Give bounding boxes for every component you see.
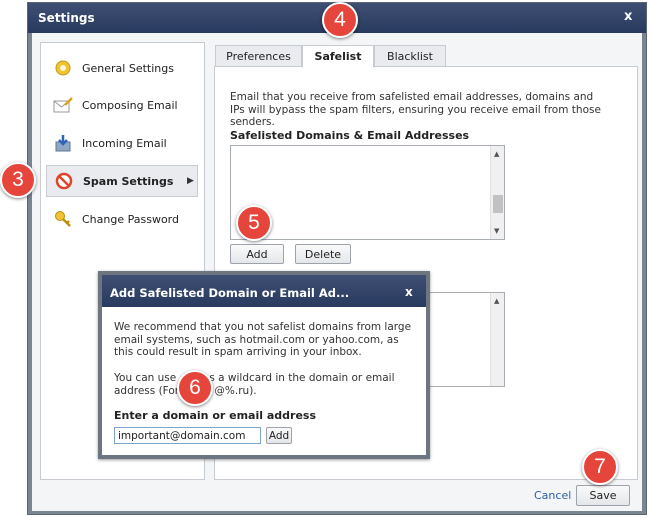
sidebar-item-incoming-email[interactable]: Incoming Email — [46, 127, 198, 159]
scroll-up-icon[interactable]: ▲ — [494, 150, 499, 158]
safelist-description: Email that you receive from safelisted e… — [230, 91, 601, 128]
sidebar-item-label: Composing Email — [82, 98, 178, 112]
dialog-close-button[interactable]: x — [405, 285, 413, 299]
chevron-right-icon: ▶ — [187, 176, 194, 186]
save-button[interactable]: Save — [576, 485, 630, 506]
window-close-button[interactable]: x — [624, 9, 632, 24]
compose-icon — [52, 94, 74, 116]
wildcard-text-part: as a wildcard in the domain or email — [199, 372, 395, 384]
second-listbox[interactable]: ▲ — [428, 292, 505, 387]
scroll-up-icon[interactable]: ▲ — [494, 297, 499, 305]
sidebar-item-spam-settings[interactable]: Spam Settings — [46, 165, 198, 197]
tab-safelist[interactable]: Safelist — [302, 45, 374, 68]
tab-blacklist[interactable]: Blacklist — [374, 45, 446, 67]
domain-field-label: Enter a domain or email address — [114, 409, 316, 422]
scroll-thumb[interactable] — [493, 195, 503, 213]
dialog-wildcard-text: You can use as a wildcard in the domain … — [114, 372, 414, 397]
inbox-arrow-icon — [52, 132, 74, 154]
listbox-scrollbar[interactable]: ▲ — [490, 293, 504, 386]
sidebar-item-composing-email[interactable]: Composing Email — [46, 89, 198, 121]
cancel-link[interactable]: Cancel — [534, 489, 571, 502]
dialog-title: Add Safelisted Domain or Email Ad... — [110, 286, 350, 300]
sidebar-item-label: Change Password — [82, 212, 179, 226]
domain-email-input[interactable] — [114, 427, 261, 444]
sidebar-item-general-settings[interactable]: General Settings — [46, 52, 198, 84]
add-button[interactable]: Add — [230, 244, 284, 264]
callout-marker: 4 — [322, 2, 358, 38]
wildcard-text-part: address (For — [114, 384, 180, 397]
window-title: Settings — [38, 11, 95, 25]
callout-marker: 5 — [236, 205, 272, 241]
sidebar-item-label: General Settings — [82, 61, 174, 75]
key-icon — [52, 208, 74, 230]
no-entry-icon — [53, 170, 75, 192]
gear-icon — [52, 57, 74, 79]
tab-preferences[interactable]: Preferences — [215, 45, 302, 67]
safelist-section-title: Safelisted Domains & Email Addresses — [230, 129, 470, 142]
sidebar-item-label: Incoming Email — [82, 136, 167, 150]
sidebar-item-change-password[interactable]: Change Password — [46, 203, 198, 235]
callout-marker: 3 — [0, 162, 36, 198]
delete-button[interactable]: Delete — [295, 244, 351, 264]
wildcard-text-part: You can use — [114, 372, 180, 384]
callout-marker: 6 — [177, 370, 213, 406]
listbox-scrollbar[interactable]: ▲ ▼ — [490, 146, 504, 239]
sidebar-item-label: Spam Settings — [83, 174, 174, 188]
dialog-add-button[interactable]: Add — [266, 427, 292, 444]
scroll-down-icon[interactable]: ▼ — [494, 227, 499, 235]
callout-marker: 7 — [582, 449, 618, 485]
dialog-warning-text: We recommend that you not safelist domai… — [114, 321, 412, 358]
